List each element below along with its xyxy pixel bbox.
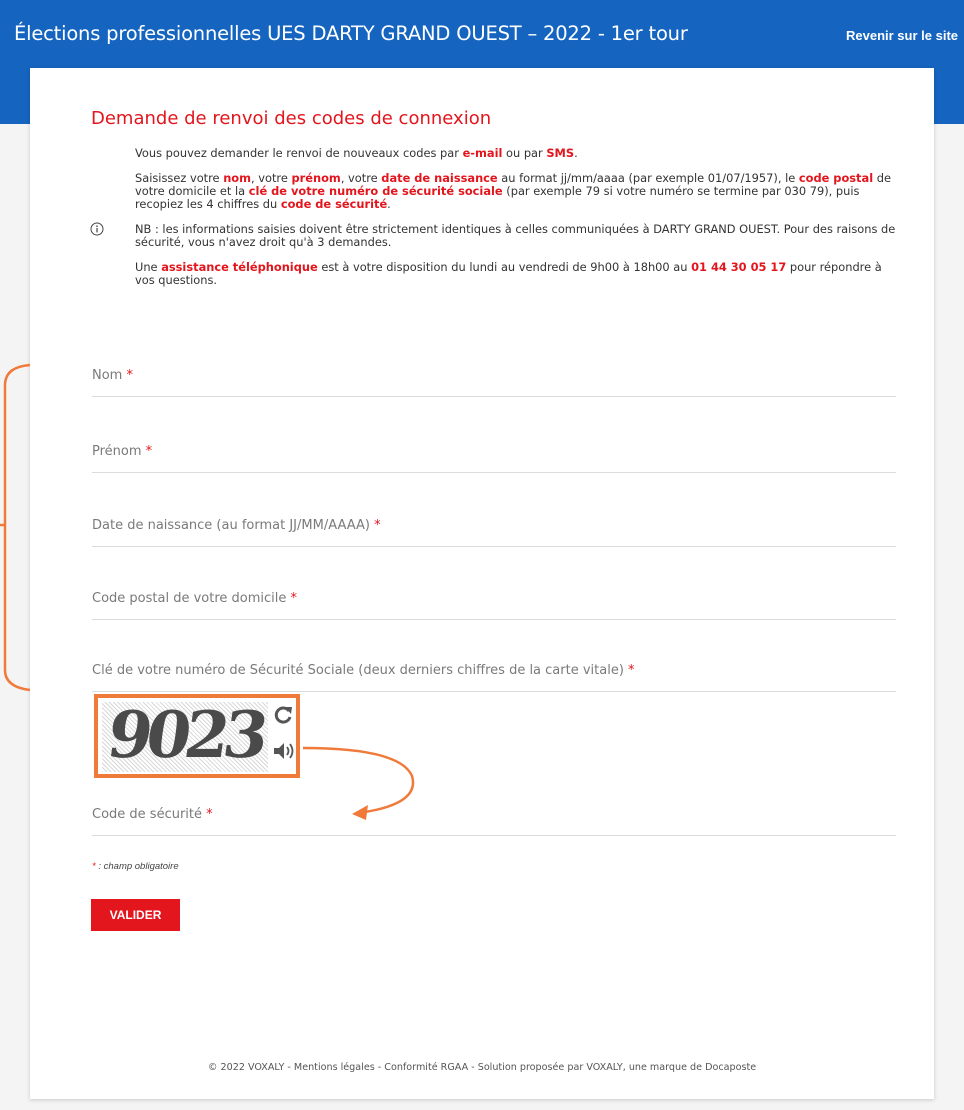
form-heading: Demande de renvoi des codes de connexion	[91, 108, 492, 129]
mandatory-note: * : champ obligatoire	[92, 861, 179, 872]
nom-field[interactable]: Nom *	[92, 362, 900, 398]
nom-input[interactable]	[92, 362, 900, 398]
captcha-digits: 9023	[102, 702, 268, 772]
postal-code-field[interactable]: Code postal de votre domicile *	[92, 585, 900, 621]
info-paragraph-channels: Vous pouvez demander le renvoi de nouvea…	[135, 146, 578, 160]
postal-code-input[interactable]	[92, 585, 900, 621]
ssn-key-field[interactable]: Clé de votre numéro de Sécurité Sociale …	[92, 657, 900, 693]
info-icon	[90, 222, 104, 236]
birthdate-input[interactable]	[92, 512, 900, 548]
validate-button[interactable]: VALIDER	[91, 899, 180, 931]
page-title: Élections professionnelles UES DARTY GRA…	[14, 22, 688, 45]
annotation-bracket	[3, 363, 31, 692]
birthdate-field[interactable]: Date de naissance (au format JJ/MM/AAAA)…	[92, 512, 900, 548]
security-code-field[interactable]: Code de sécurité *	[92, 801, 900, 837]
captcha-box: 9023	[94, 694, 300, 778]
info-paragraph-support: Une assistance téléphonique est à votre …	[135, 260, 882, 287]
back-to-site-link[interactable]: Revenir sur le site	[846, 28, 958, 43]
speaker-icon[interactable]	[272, 740, 296, 762]
form-card: Demande de renvoi des codes de connexion…	[30, 68, 934, 1099]
info-paragraph-fields: Saisissez votre nom, votre prénom, votre…	[135, 171, 891, 211]
refresh-icon[interactable]	[272, 704, 294, 726]
info-paragraph-nb: NB : les informations saisies doivent êt…	[135, 222, 896, 249]
prenom-field[interactable]: Prénom *	[92, 438, 900, 474]
info-instructions: Vous pouvez demander le renvoi de nouvea…	[135, 147, 900, 299]
captcha-image: 9023	[102, 702, 268, 772]
prenom-input[interactable]	[92, 438, 900, 474]
ssn-key-input[interactable]	[92, 657, 900, 693]
footer-text: © 2022 VOXALY - Mentions légales - Confo…	[207, 1062, 757, 1073]
security-code-input[interactable]	[92, 801, 900, 837]
